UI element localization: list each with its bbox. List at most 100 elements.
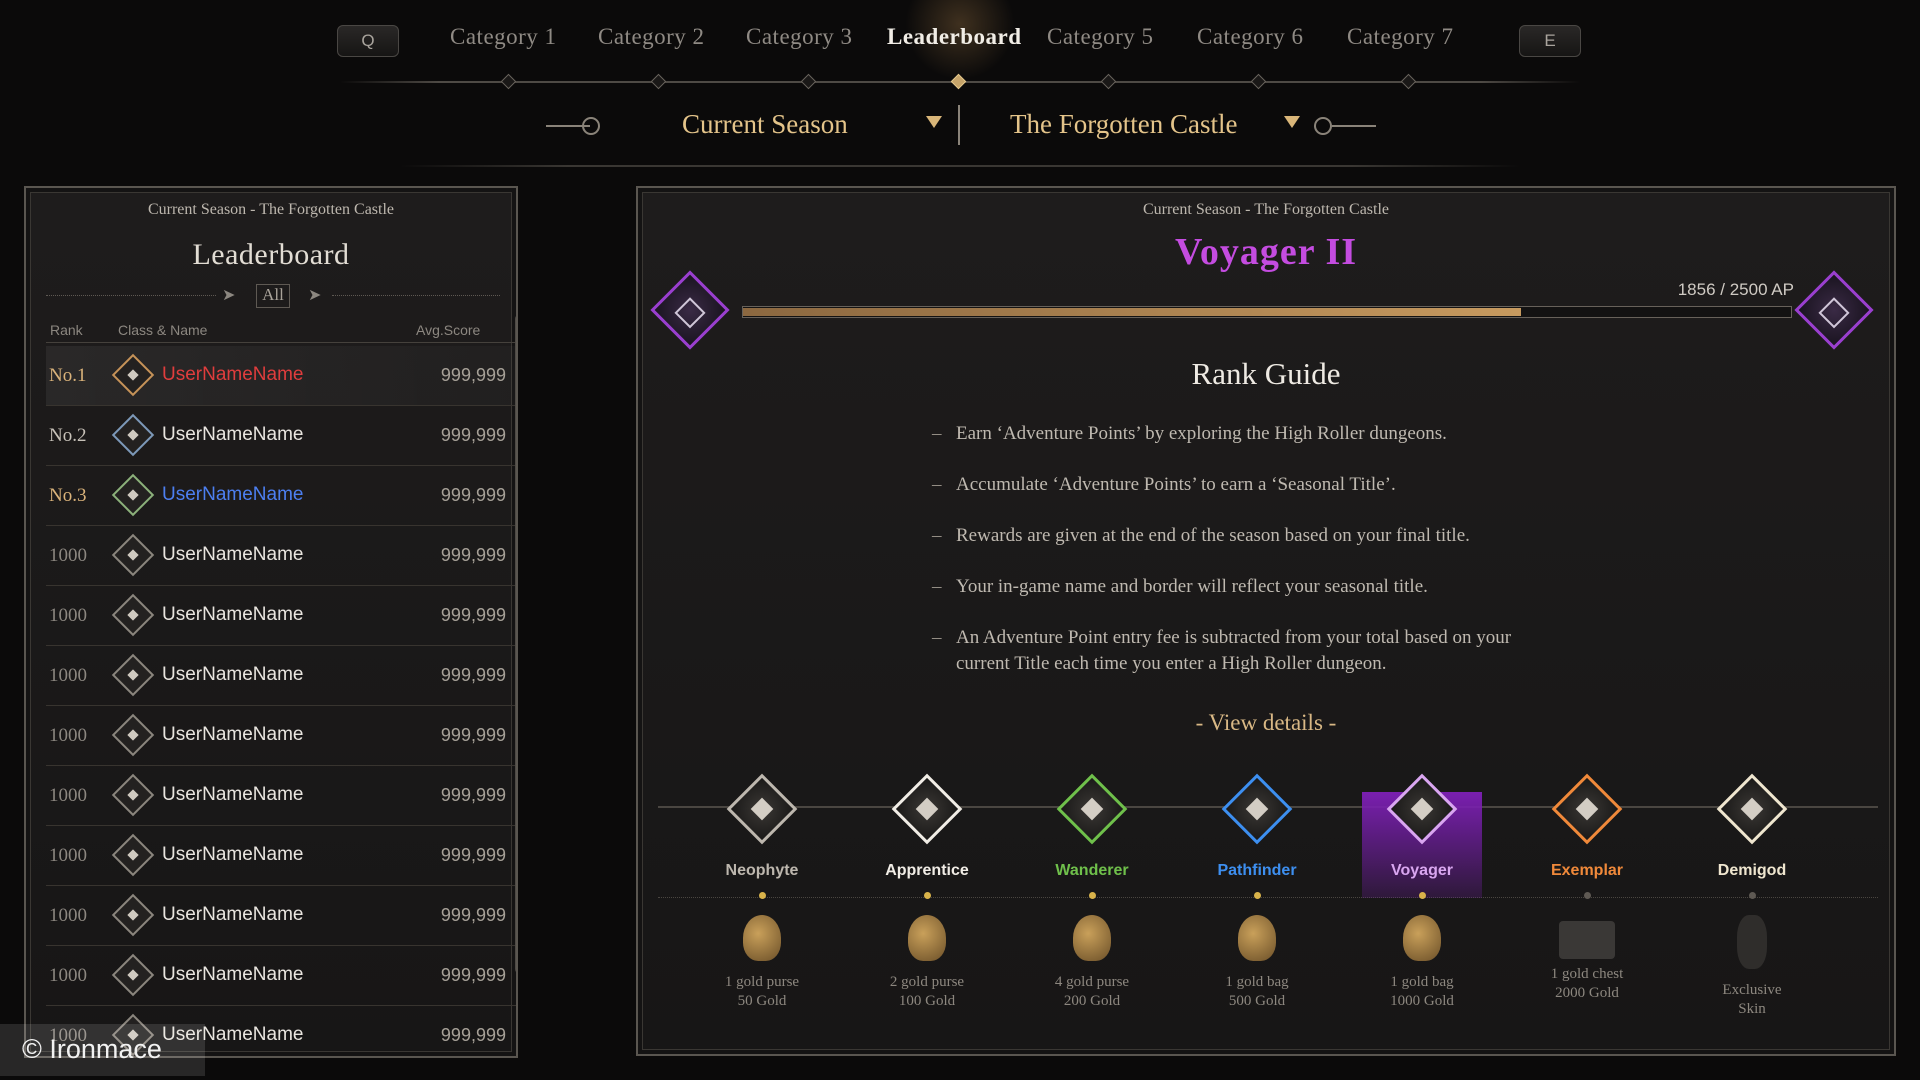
tier-pathfinder[interactable]: Pathfinder 1 gold bag 500 Gold <box>1191 773 1323 1024</box>
column-header-score: Avg.Score <box>416 322 481 338</box>
row-score: 999,999 <box>440 845 506 865</box>
reward-line: 500 Gold <box>1228 993 1286 1009</box>
header-divider <box>46 342 516 343</box>
tier-exemplar[interactable]: Exemplar 1 gold chest 2000 Gold <box>1521 773 1653 1024</box>
table-row[interactable]: 1000 UserNameName 999,999 <box>46 946 516 1006</box>
tier-emblem-icon <box>1056 773 1128 845</box>
table-row[interactable]: No.3 UserNameName 999,999 <box>46 466 516 526</box>
row-player-name: UserNameName <box>162 964 304 985</box>
tier-name: Apprentice <box>885 862 969 879</box>
ap-progress-text: 1856 / 2500 AP <box>1677 280 1794 299</box>
row-rank: 1000 <box>49 665 87 686</box>
leaderboard-scrollbar[interactable] <box>515 314 518 974</box>
arrow-right-icon[interactable]: ➤ <box>308 285 321 305</box>
filter-all-row: ➤ All ➤ <box>46 284 500 308</box>
tier-neophyte[interactable]: Neophyte 1 gold purse 50 Gold <box>696 773 828 1024</box>
leaderboard-panel: Current Season - The Forgotten Castle Le… <box>24 186 518 1058</box>
filter-all-button[interactable]: All <box>256 284 290 308</box>
class-emblem-icon <box>111 893 155 937</box>
season-dropdown[interactable]: Current Season <box>682 109 848 140</box>
guide-item: Accumulate ‘Adventure Points’ to earn a … <box>932 472 1732 498</box>
next-category-key[interactable]: E <box>1519 25 1581 57</box>
ornament-right <box>1332 125 1376 127</box>
gold-purse-icon <box>743 915 781 961</box>
table-row[interactable]: 1000 UserNameName 999,999 <box>46 526 516 586</box>
row-rank: 1000 <box>49 785 87 806</box>
row-rank: 1000 <box>49 845 87 866</box>
class-emblem-icon <box>111 713 155 757</box>
gold-bag-icon <box>1238 915 1276 961</box>
prev-category-key[interactable]: Q <box>337 25 399 57</box>
guide-item: Earn ‘Adventure Points’ by exploring the… <box>932 421 1732 447</box>
row-score: 999,999 <box>440 1025 506 1045</box>
chevron-down-icon[interactable] <box>926 116 942 128</box>
row-score: 999,999 <box>440 485 506 505</box>
tier-marker <box>1253 892 1261 899</box>
tier-name: Wanderer <box>1055 862 1129 879</box>
row-score: 999,999 <box>440 665 506 685</box>
tab-category-6[interactable]: Category 6 <box>1197 24 1304 50</box>
table-row[interactable]: 1000 UserNameName 999,999 <box>46 886 516 946</box>
gold-purse-icon <box>908 915 946 961</box>
class-emblem-icon <box>111 653 155 697</box>
reward-line: 1 gold chest <box>1550 966 1624 982</box>
view-details-link[interactable]: - View details - <box>1196 710 1337 735</box>
row-player-name: UserNameName <box>162 724 304 745</box>
scrollbar-thumb[interactable] <box>517 321 518 761</box>
row-player-name: UserNameName <box>162 544 304 565</box>
tier-reward-text: 4 gold purse 200 Gold <box>1026 973 1158 1011</box>
row-score: 999,999 <box>440 605 506 625</box>
row-score: 999,999 <box>440 725 506 745</box>
reward-line: 1 gold bag <box>1390 974 1454 990</box>
tier-name: Neophyte <box>725 862 799 879</box>
row-rank: 1000 <box>49 545 87 566</box>
ornament-divider <box>958 105 960 145</box>
tier-reward-text: 2 gold purse 100 Gold <box>861 973 993 1011</box>
row-player-name: UserNameName <box>162 904 304 925</box>
reward-line: 100 Gold <box>898 993 956 1009</box>
reward-line: 1 gold bag <box>1225 974 1289 990</box>
arrow-left-icon[interactable]: ➤ <box>222 285 235 305</box>
top-tab-bar: Q Category 1 Category 2 Category 3 Leade… <box>0 0 1920 90</box>
row-score: 999,999 <box>440 545 506 565</box>
table-row[interactable]: 1000 UserNameName 999,999 <box>46 826 516 886</box>
tier-marker <box>1088 892 1096 899</box>
table-row[interactable]: 1000 UserNameName 999,999 <box>46 586 516 646</box>
tier-emblem-icon <box>1221 773 1293 845</box>
table-row[interactable]: No.2 UserNameName 999,999 <box>46 406 516 466</box>
tier-apprentice[interactable]: Apprentice 2 gold purse 100 Gold <box>861 773 993 1024</box>
tier-marker <box>1418 892 1426 899</box>
table-row[interactable]: 1000 UserNameName 999,999 <box>46 646 516 706</box>
skin-icon <box>1737 915 1767 969</box>
class-emblem-icon <box>111 953 155 997</box>
reward-line: Exclusive <box>1722 982 1782 998</box>
table-row[interactable]: 1000 UserNameName 999,999 <box>46 766 516 826</box>
class-emblem-icon <box>111 833 155 877</box>
tier-marker <box>758 892 766 899</box>
reward-line: 2 gold purse <box>889 974 965 990</box>
table-row[interactable]: 1000 UserNameName 999,999 <box>46 706 516 766</box>
reward-line: 1000 Gold <box>1390 993 1454 1009</box>
tab-leaderboard[interactable]: Leaderboard <box>887 24 1022 50</box>
class-emblem-icon <box>111 413 155 457</box>
tier-emblem-icon <box>1716 773 1788 845</box>
chevron-down-icon[interactable] <box>1284 116 1300 128</box>
tab-category-5[interactable]: Category 5 <box>1047 24 1154 50</box>
guide-item: Rewards are given at the end of the seas… <box>932 523 1732 549</box>
tab-category-3[interactable]: Category 3 <box>746 24 853 50</box>
tier-wanderer[interactable]: Wanderer 4 gold purse 200 Gold <box>1026 773 1158 1024</box>
table-row[interactable]: No.1 UserNameName 999,999 <box>46 346 516 406</box>
tab-category-7[interactable]: Category 7 <box>1347 24 1454 50</box>
tier-voyager[interactable]: Voyager 1 gold bag 1000 Gold <box>1356 773 1488 1024</box>
row-score: 999,999 <box>440 365 506 385</box>
tier-marker <box>1583 892 1591 899</box>
view-details-row: - View details - <box>638 710 1894 736</box>
tier-demigod[interactable]: Demigod Exclusive Skin <box>1686 773 1818 1024</box>
tab-category-1[interactable]: Category 1 <box>450 24 557 50</box>
tier-emblem-icon <box>1386 773 1458 845</box>
tab-category-2[interactable]: Category 2 <box>598 24 705 50</box>
row-score: 999,999 <box>440 785 506 805</box>
dungeon-dropdown[interactable]: The Forgotten Castle <box>1010 109 1237 140</box>
rank-panel: Current Season - The Forgotten Castle Vo… <box>636 186 1896 1056</box>
rank-guide-title: Rank Guide <box>1191 356 1341 391</box>
